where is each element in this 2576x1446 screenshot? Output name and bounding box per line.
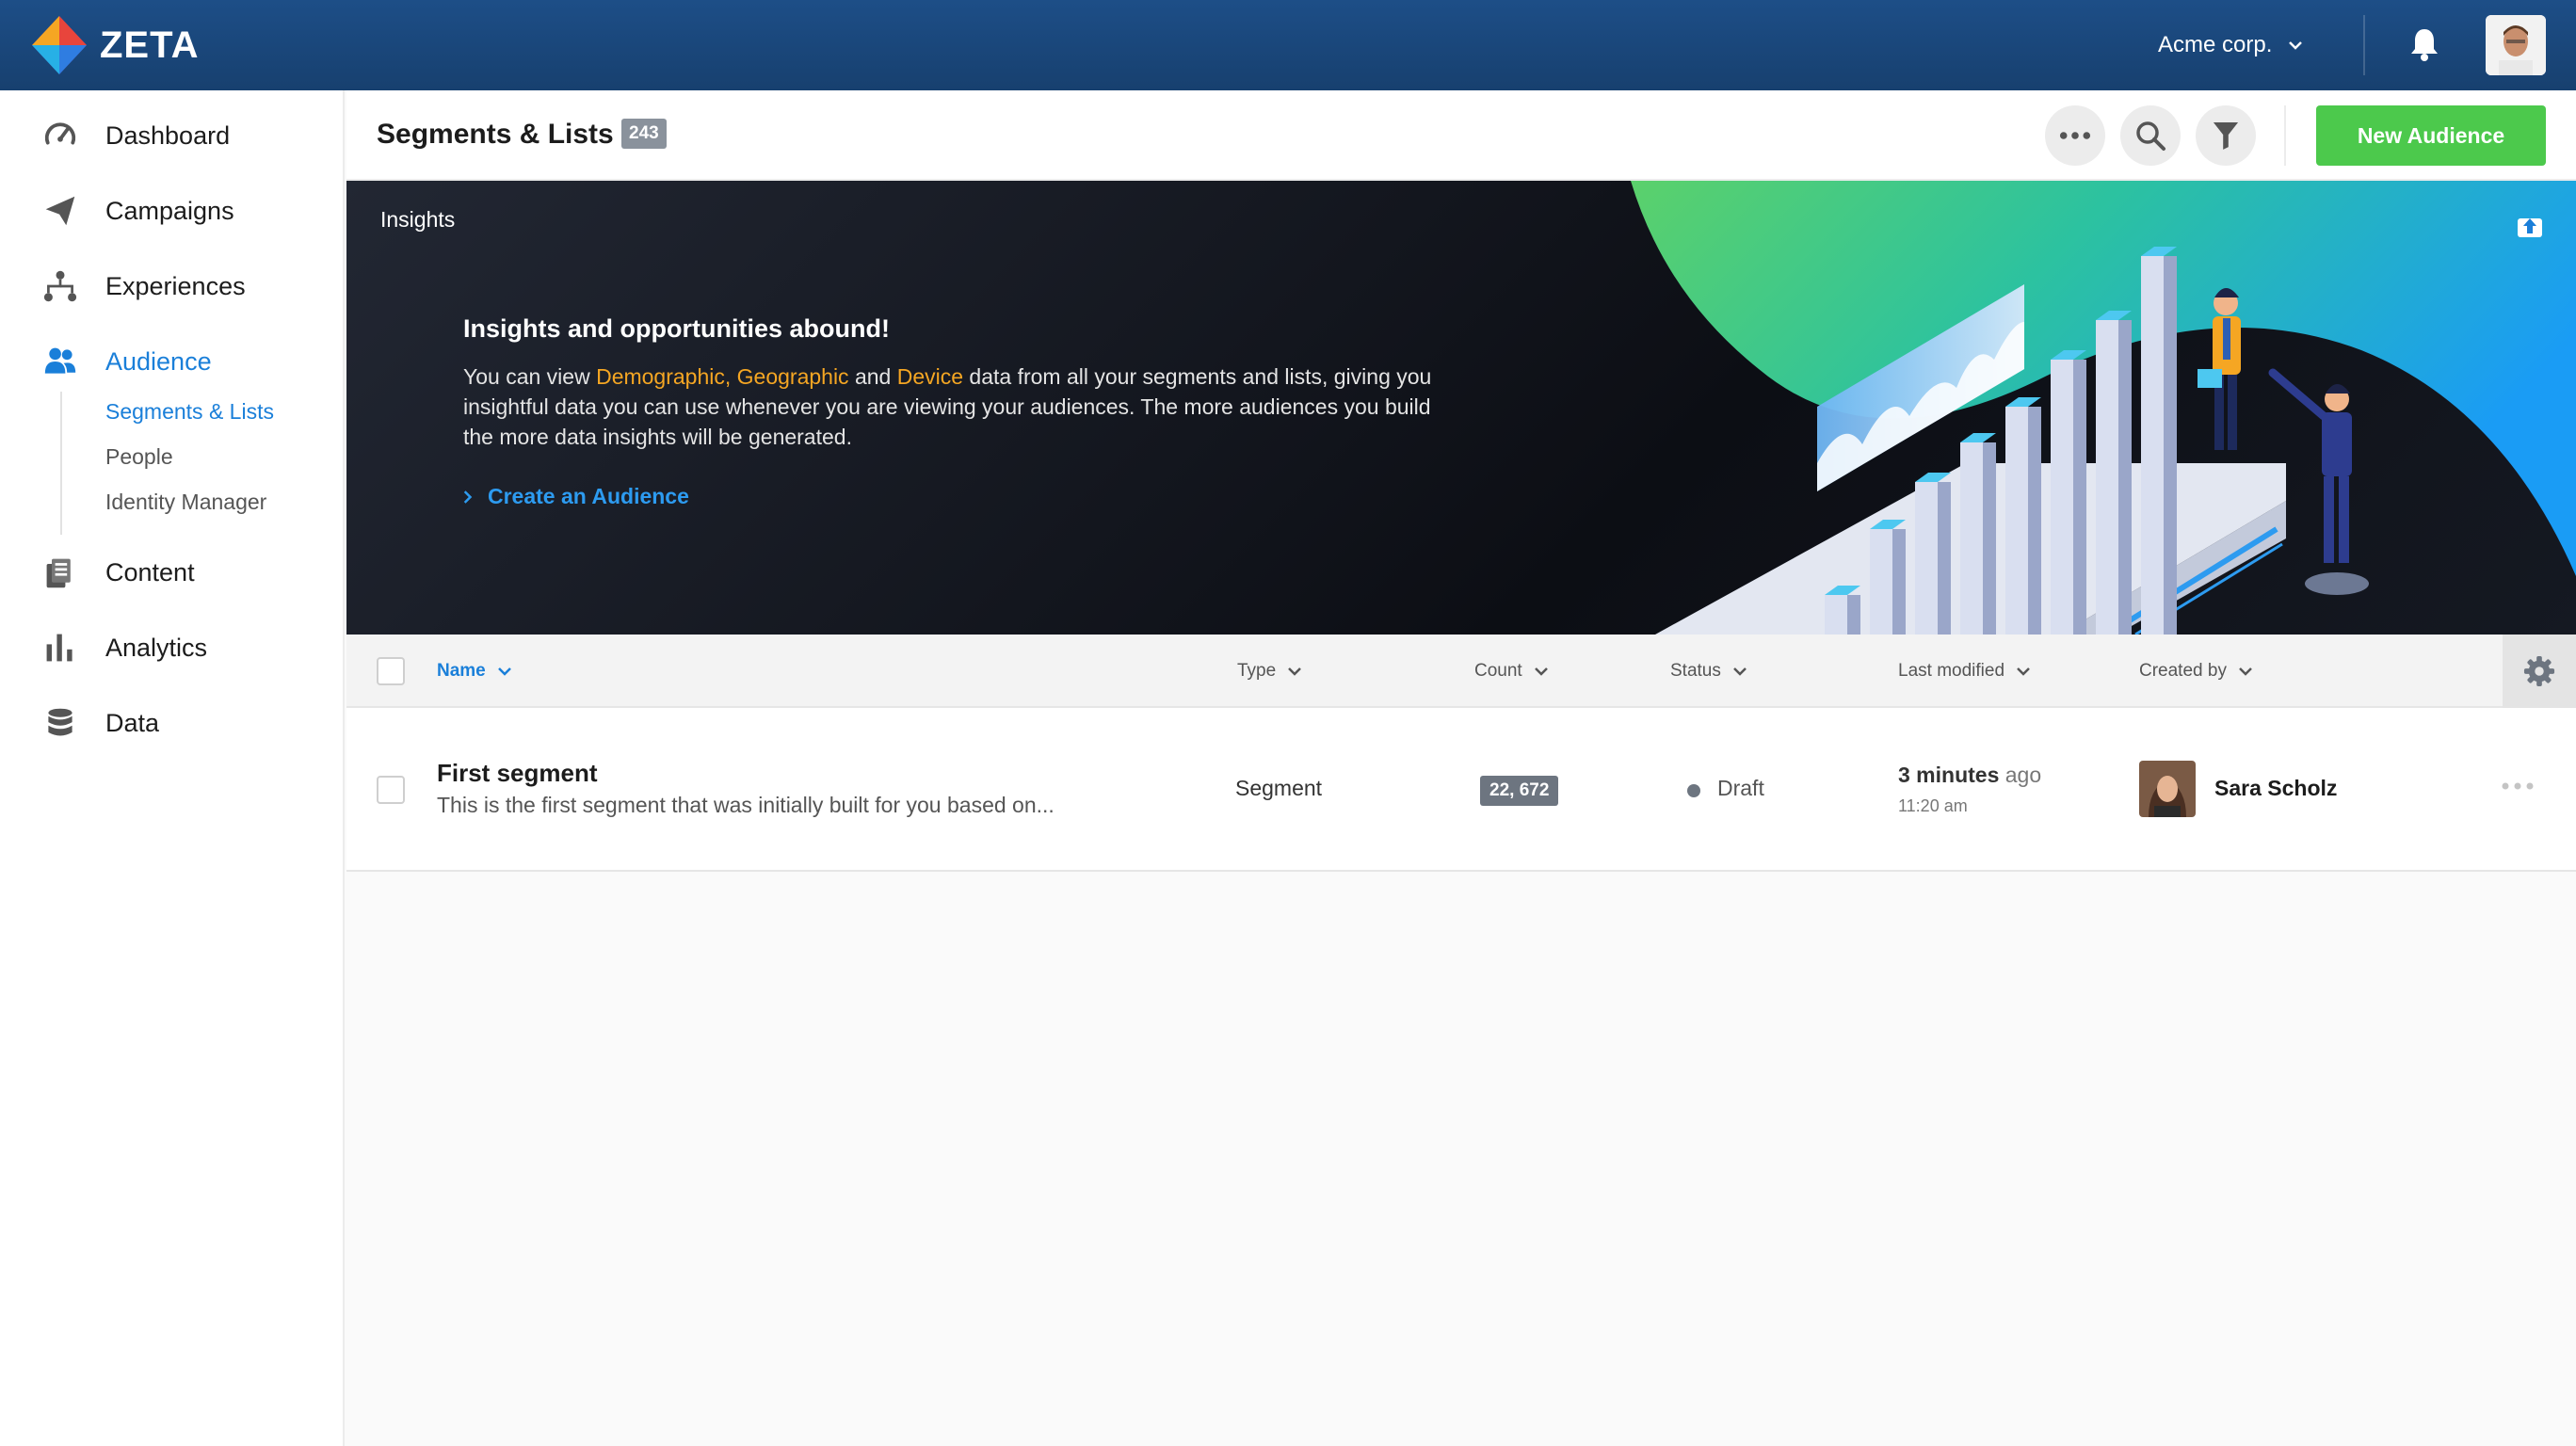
chevron-down-icon — [2239, 667, 2252, 676]
submenu-line — [60, 392, 62, 535]
bell-icon[interactable] — [2408, 26, 2440, 62]
create-audience-link[interactable]: Create an Audience — [463, 484, 689, 509]
row-checkbox[interactable] — [377, 776, 405, 804]
sidebar-item-audience[interactable]: Audience — [0, 331, 345, 392]
zeta-logo-icon — [32, 16, 87, 74]
column-name[interactable]: Name — [437, 635, 512, 708]
search-icon — [2136, 121, 2165, 151]
sidebar-item-dashboard[interactable]: Dashboard — [0, 105, 345, 166]
creator-avatar — [2139, 761, 2196, 817]
segment-name[interactable]: First segment — [437, 759, 598, 788]
sidebar-item-label: Content — [105, 557, 195, 586]
topbar-divider — [2363, 15, 2365, 75]
table-row[interactable]: First segment This is the first segment … — [346, 708, 2576, 872]
users-icon — [41, 343, 79, 380]
row-more-icon[interactable] — [2501, 781, 2535, 791]
column-count[interactable]: Count — [1474, 635, 1549, 708]
gear-icon — [2523, 655, 2555, 687]
export-icon[interactable] — [2516, 211, 2544, 241]
column-status[interactable]: Status — [1670, 635, 1747, 708]
sidebar-item-data[interactable]: Data — [0, 693, 345, 753]
status-dot — [1687, 784, 1700, 797]
insights-banner: Insights Insights and opportunities abou… — [346, 181, 2576, 635]
more-options-button[interactable] — [2045, 105, 2105, 166]
insights-label: Insights — [380, 207, 456, 232]
top-bar: ZETA Acme corp. — [0, 0, 2576, 90]
create-audience-label: Create an Audience — [488, 484, 689, 508]
insights-description: You can view Demographic, Geographic and… — [463, 364, 1432, 449]
sidebar-item-content[interactable]: Content — [0, 542, 345, 602]
page-header: Segments & Lists 243 New Audience — [346, 90, 2576, 181]
sidebar-item-label: Experiences — [105, 271, 246, 300]
logo-text: ZETA — [100, 24, 200, 66]
chevron-down-icon — [1732, 667, 1747, 676]
column-created-by[interactable]: Created by — [2139, 635, 2253, 708]
last-modified-time: 11:20 am — [1898, 796, 1968, 815]
zeta-logo[interactable]: ZETA — [30, 14, 199, 76]
table-header: Name Type Count Status Last modified Cre… — [346, 635, 2576, 708]
chevron-down-icon — [1534, 667, 1548, 676]
search-button[interactable] — [2120, 105, 2181, 166]
sidebar-item-analytics[interactable]: Analytics — [0, 618, 345, 678]
segment-status: Draft — [1717, 776, 1764, 800]
last-modified: 3 minutes ago — [1898, 763, 2042, 787]
chevron-down-icon — [497, 667, 511, 676]
sidebar-item-label: Dashboard — [105, 120, 231, 150]
sidebar-subitem-identity-manager[interactable]: Identity Manager — [105, 490, 266, 515]
segment-description: This is the first segment that was initi… — [437, 793, 1055, 817]
sidebar-item-label: Audience — [105, 346, 212, 376]
sidebar-subitem-people[interactable]: People — [105, 444, 173, 470]
sidebar: Dashboard Campaigns Experiences Audience… — [0, 90, 345, 1446]
table-settings-button[interactable] — [2503, 635, 2576, 708]
segment-count-badge: 22, 672 — [1480, 776, 1559, 806]
chevron-down-icon — [2289, 41, 2303, 50]
new-audience-button[interactable]: New Audience — [2316, 105, 2546, 166]
sidebar-item-label: Campaigns — [105, 196, 234, 225]
sidebar-item-campaigns[interactable]: Campaigns — [0, 181, 345, 241]
creator-name: Sara Scholz — [2214, 776, 2338, 800]
hierarchy-icon — [41, 267, 79, 305]
speedometer-icon — [41, 117, 79, 154]
sidebar-item-label: Data — [105, 708, 160, 737]
paper-plane-icon — [41, 192, 79, 230]
org-switcher[interactable]: Acme corp. — [2158, 0, 2304, 90]
segment-type: Segment — [1235, 776, 1323, 800]
filter-button[interactable] — [2196, 105, 2256, 166]
sidebar-subitem-segments-lists[interactable]: Segments & Lists — [105, 399, 274, 425]
documents-icon — [41, 554, 79, 591]
filter-icon — [2213, 122, 2239, 150]
insights-title: Insights and opportunities abound! — [463, 314, 890, 343]
chevron-down-icon — [1288, 667, 1302, 676]
column-last-modified[interactable]: Last modified — [1898, 635, 2031, 708]
sidebar-item-experiences[interactable]: Experiences — [0, 256, 345, 316]
org-name: Acme corp. — [2158, 32, 2273, 57]
header-divider — [2284, 105, 2286, 166]
sidebar-item-label: Analytics — [105, 633, 208, 662]
more-horizontal-icon — [2059, 132, 2091, 139]
chevron-down-icon — [2017, 667, 2030, 676]
highlight-device[interactable]: Device — [897, 364, 963, 389]
select-all-checkbox[interactable] — [377, 657, 405, 685]
highlight-demographic-geographic[interactable]: Demographic, Geographic — [596, 364, 848, 389]
database-icon — [41, 704, 79, 742]
page-title: Segments & Lists — [377, 119, 614, 150]
count-badge: 243 — [621, 119, 667, 149]
bar-chart-icon — [41, 629, 79, 667]
chevron-right-icon — [463, 490, 473, 504]
column-type[interactable]: Type — [1237, 635, 1302, 708]
user-avatar[interactable] — [2486, 15, 2546, 75]
